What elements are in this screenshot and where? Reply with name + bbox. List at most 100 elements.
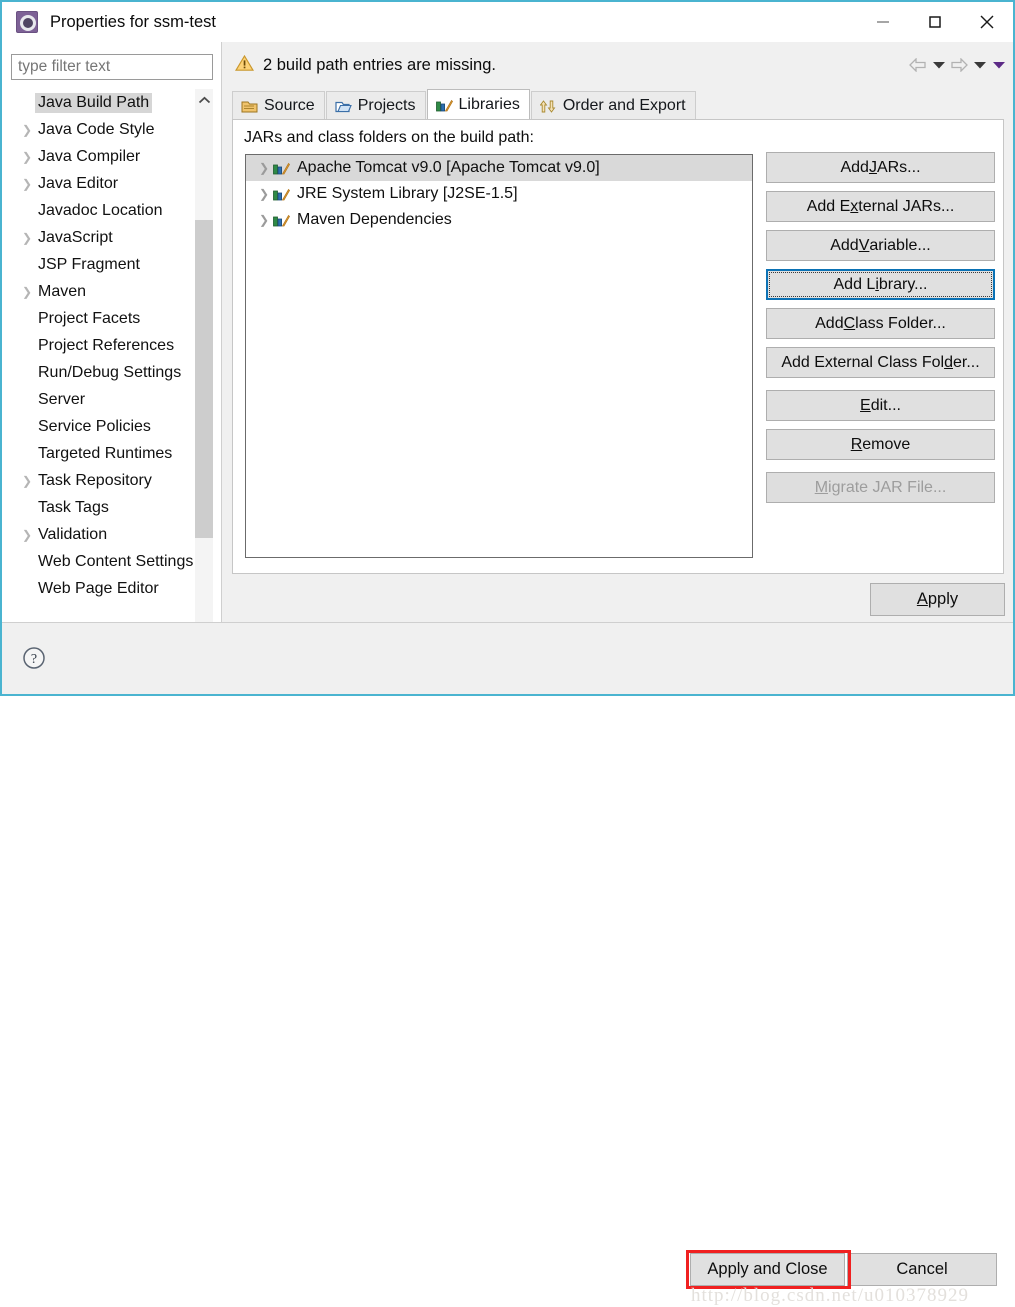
order-export-icon — [539, 99, 557, 114]
chevron-right-icon[interactable]: ❯ — [19, 475, 35, 487]
arrow-left-icon[interactable] — [908, 51, 928, 79]
cancel-button[interactable]: Cancel — [847, 1253, 997, 1286]
arrow-right-icon[interactable] — [949, 51, 969, 79]
dialog-footer: ? Apply and Close Cancel http://blog.csd… — [2, 623, 1013, 1306]
chevron-right-icon[interactable]: ❯ — [19, 124, 35, 136]
button-label-pre: Add L — [833, 275, 876, 293]
settings-sidebar: Java Build Path ❯Java Code Style❯Java Com… — [2, 42, 221, 656]
remove-button[interactable]: Remove — [766, 429, 995, 460]
scrollbar-thumb-vertical[interactable] — [195, 220, 213, 538]
sidebar-item-targeted-runtimes[interactable]: Targeted Runtimes — [11, 440, 213, 467]
sidebar-item-jsp-fragment[interactable]: JSP Fragment — [11, 251, 213, 278]
status-message-text: 2 build path entries are missing. — [263, 55, 496, 74]
sidebar-item-label: Web Page Editor — [38, 579, 159, 597]
button-label-post: dit... — [870, 396, 901, 414]
add-class-folder-button[interactable]: Add Class Folder... — [766, 308, 995, 339]
button-label-mnemonic: E — [860, 396, 871, 414]
sidebar-item-java-editor[interactable]: ❯ Java Editor — [11, 170, 213, 197]
maximize-icon[interactable] — [909, 2, 961, 42]
button-label-mnemonic: J — [868, 158, 877, 176]
button-label-post: ariable... — [869, 236, 931, 254]
chevron-right-icon[interactable]: ❯ — [19, 151, 35, 163]
minimize-icon[interactable] — [857, 2, 909, 42]
tab-source[interactable]: Source — [232, 91, 325, 120]
button-label-mnemonic: C — [843, 314, 856, 332]
chevron-right-icon[interactable]: ❯ — [255, 187, 273, 201]
apply-button[interactable]: Apply — [870, 583, 1005, 616]
sidebar-item-label: Service Policies — [38, 417, 151, 435]
library-books-icon — [435, 98, 453, 113]
tab-strip: Source Projects Libraries Order and Export — [232, 89, 697, 120]
sidebar-item-java-build-path[interactable]: Java Build Path — [11, 89, 213, 116]
add-external-jars-button[interactable]: Add Ex ternal JARs... — [766, 191, 995, 222]
apply-and-close-button[interactable]: Apply and Close — [690, 1253, 845, 1286]
sidebar-item-task-repository[interactable]: ❯ Task Repository — [11, 467, 213, 494]
tab-order-and-export[interactable]: Order and Export — [530, 91, 696, 120]
button-label-pre: Add E — [806, 197, 851, 215]
sidebar-item-label: Project References — [38, 336, 175, 354]
sidebar-item-task-tags[interactable]: Task Tags — [11, 494, 213, 521]
sidebar-item-label: JSP Fragment — [38, 255, 140, 273]
libraries-list[interactable]: ❯ Apache Tomcat v9.0 [Apache Tomcat v9.0]… — [245, 154, 753, 558]
sidebar-item-javascript[interactable]: ❯ JavaScript — [11, 224, 213, 251]
button-label-post: ternal JARs... — [858, 197, 955, 215]
sidebar-item-java-compiler[interactable]: ❯ Java Compiler — [11, 143, 213, 170]
sidebar-item-maven[interactable]: ❯ Maven — [11, 278, 213, 305]
button-label-pre: Add — [815, 314, 844, 332]
chevron-up-icon[interactable] — [195, 89, 213, 111]
button-label-post: lass Folder... — [855, 314, 946, 332]
tab-label: Projects — [357, 97, 416, 114]
sidebar-item-javadoc-location[interactable]: Javadoc Location — [11, 197, 213, 224]
chevron-right-icon[interactable]: ❯ — [19, 286, 35, 298]
library-item-label: Maven Dependencies — [297, 211, 452, 228]
panel-label: JARs and class folders on the build path… — [244, 129, 534, 146]
sidebar-item-web-content-settings[interactable]: Web Content Settings — [11, 548, 213, 575]
help-question-icon[interactable]: ? — [22, 646, 46, 670]
chevron-right-icon[interactable]: ❯ — [255, 161, 273, 175]
caret-down-icon[interactable] — [971, 51, 988, 79]
search-input[interactable] — [11, 54, 213, 80]
button-label-post: er... — [952, 353, 980, 371]
sidebar-item-label: JavaScript — [38, 228, 113, 246]
button-label-post: emove — [862, 435, 911, 453]
sidebar-item-project-references[interactable]: Project References — [11, 332, 213, 359]
tab-projects[interactable]: Projects — [325, 91, 426, 120]
caret-down-purple-icon[interactable] — [990, 51, 1007, 79]
close-icon[interactable] — [961, 2, 1013, 42]
add-jars-button[interactable]: Add J ARs... — [766, 152, 995, 183]
sidebar-item-service-policies[interactable]: Service Policies — [11, 413, 213, 440]
sidebar-item-server[interactable]: Server — [11, 386, 213, 413]
sidebar-item-label: Java Build Path — [35, 92, 153, 113]
chevron-right-icon[interactable]: ❯ — [19, 232, 35, 244]
library-list-item[interactable]: ❯ Apache Tomcat v9.0 [Apache Tomcat v9.0] — [246, 155, 752, 181]
sidebar-item-web-page-editor[interactable]: Web Page Editor — [11, 575, 213, 602]
button-label-post: ARs... — [876, 158, 921, 176]
library-actions-panel: Add J ARs... Add Ex ternal JARs... Add Varia… — [766, 152, 995, 511]
add-variable-button[interactable]: Add Variable... — [766, 230, 995, 261]
chevron-right-icon[interactable]: ❯ — [19, 529, 35, 541]
edit-button[interactable]: Edit... — [766, 390, 995, 421]
button-label-pre: Add — [830, 236, 859, 254]
library-books-icon — [273, 187, 290, 202]
sidebar-item-java-code-style[interactable]: ❯ Java Code Style — [11, 116, 213, 143]
migrate-jar-file-button: Migrate JAR File... — [766, 472, 995, 503]
library-list-item[interactable]: ❯ Maven Dependencies — [246, 207, 752, 233]
sidebar-item-run-debug-settings[interactable]: Run/Debug Settings — [11, 359, 213, 386]
chevron-right-icon[interactable]: ❯ — [255, 213, 273, 227]
library-books-icon — [273, 213, 290, 228]
eclipse-gear-icon — [16, 11, 38, 33]
tab-libraries[interactable]: Libraries — [426, 89, 530, 120]
properties-dialog: Properties for ssm-test Java Build Path❯… — [0, 0, 1015, 1306]
caret-down-icon[interactable] — [930, 51, 947, 79]
settings-tree[interactable]: Java Build Path ❯ Java Code Style ❯ Java Com… — [11, 89, 213, 609]
apply-label-rest: pply — [927, 590, 959, 608]
add-library-button[interactable]: Add Li brary... — [766, 269, 995, 300]
add-external-class-folder-button[interactable]: Add External Class Fol d er... — [766, 347, 995, 378]
sidebar-vertical-scrollbar[interactable] — [195, 89, 213, 644]
library-list-item[interactable]: ❯ JRE System Library [J2SE-1.5] — [246, 181, 752, 207]
sidebar-item-label: Task Repository — [38, 471, 152, 489]
chevron-right-icon[interactable]: ❯ — [19, 178, 35, 190]
sidebar-item-project-facets[interactable]: Project Facets — [11, 305, 213, 332]
sidebar-item-validation[interactable]: ❯ Validation — [11, 521, 213, 548]
button-label-mnemonic: M — [814, 478, 829, 496]
